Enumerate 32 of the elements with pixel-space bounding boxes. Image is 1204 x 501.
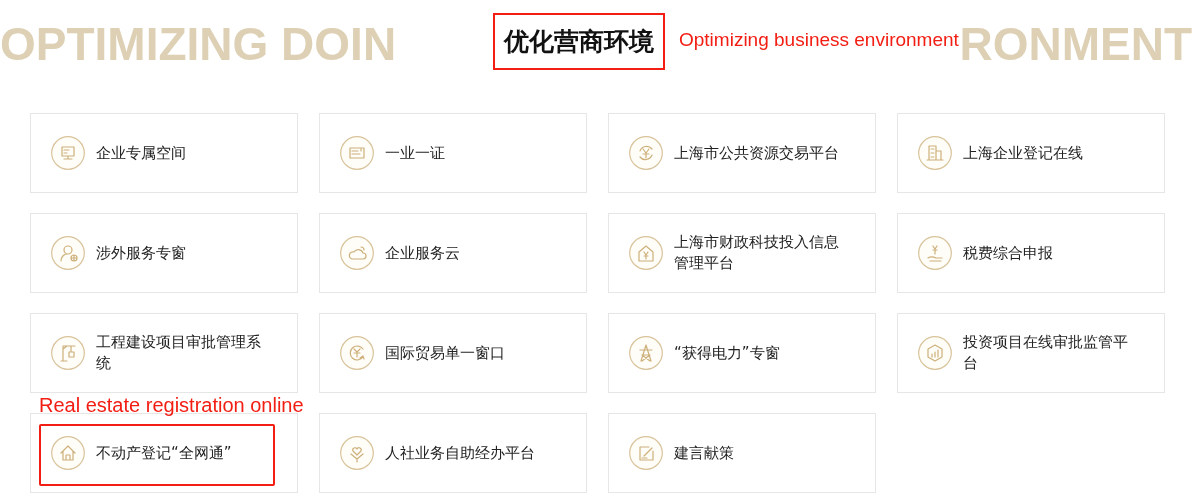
- service-link[interactable]: 涉外服务专窗: [30, 213, 298, 293]
- service-link[interactable]: “获得电力”专窗: [608, 313, 876, 393]
- service-link[interactable]: 上海市财政科技投入信息管理平台: [608, 213, 876, 293]
- edit-icon: [629, 436, 663, 470]
- heart-hands-icon: [340, 436, 374, 470]
- house-icon: [51, 436, 85, 470]
- yuan-cycle-icon: [629, 136, 663, 170]
- service-link[interactable]: 投资项目在线审批监管平台: [897, 313, 1165, 393]
- person-globe-icon: [51, 236, 85, 270]
- section-title: 优化营商环境: [493, 12, 665, 70]
- service-link[interactable]: 国际贸易单一窗口: [319, 313, 587, 393]
- service-link[interactable]: 上海企业登记在线: [897, 113, 1165, 193]
- power-tower-icon: [629, 336, 663, 370]
- service-link[interactable]: 一业一证: [319, 113, 587, 193]
- service-link[interactable]: 企业服务云: [319, 213, 587, 293]
- yuan-hand-icon: [918, 236, 952, 270]
- backdrop-text: RONMENT: [959, 17, 1192, 71]
- backdrop-text: OPTIMIZING DOIN: [0, 17, 398, 71]
- yuan-house-icon: [629, 236, 663, 270]
- service-link[interactable]: 工程建设项目审批管理系统: [30, 313, 298, 393]
- cloud-icon: [340, 236, 374, 270]
- service-link[interactable]: 税费综合申报: [897, 213, 1165, 293]
- service-link[interactable]: 企业专属空间: [30, 113, 298, 193]
- service-link[interactable]: 上海市公共资源交易平台: [608, 113, 876, 193]
- service-link[interactable]: 建言献策: [608, 413, 876, 493]
- service-link[interactable]: 人社业务自助经办平台: [319, 413, 587, 493]
- chart-icon: [918, 336, 952, 370]
- monitor-icon: [51, 136, 85, 170]
- crane-icon: [51, 336, 85, 370]
- card-icon: [340, 136, 374, 170]
- building-icon: [918, 136, 952, 170]
- annotation-label: Optimizing business environment: [679, 29, 959, 51]
